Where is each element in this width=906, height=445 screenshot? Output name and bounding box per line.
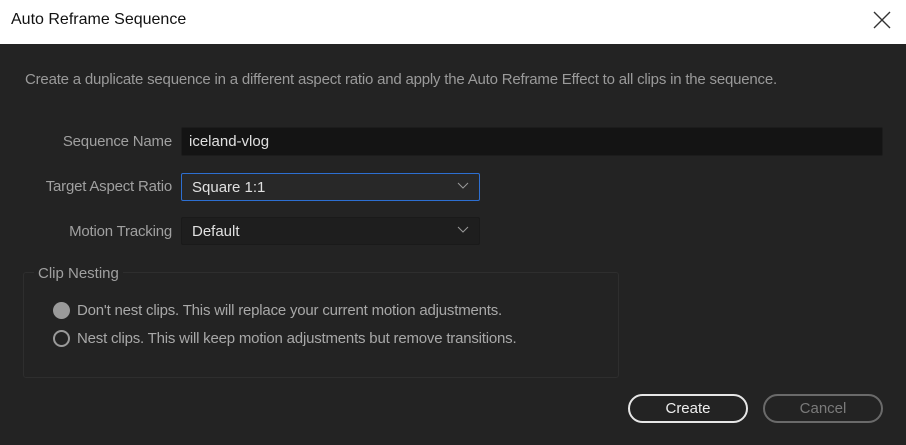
close-icon[interactable] [872,10,892,30]
radio-label: Nest clips. This will keep motion adjust… [77,330,516,347]
radio-selected-icon [53,302,70,319]
sequence-name-input[interactable] [181,127,883,156]
radio-dont-nest-clips[interactable]: Don't nest clips. This will replace your… [53,302,502,319]
create-button[interactable]: Create [628,394,748,423]
clip-nesting-legend: Clip Nesting [34,265,123,282]
motion-tracking-value: Default [192,223,240,240]
description: Create a duplicate sequence in a differe… [25,68,825,91]
dialog-title: Auto Reframe Sequence [11,11,186,29]
chevron-down-icon [457,226,469,234]
target-aspect-ratio-select[interactable]: Square 1:1 [181,173,480,201]
radio-nest-clips[interactable]: Nest clips. This will keep motion adjust… [53,330,516,347]
target-aspect-ratio-value: Square 1:1 [192,179,265,196]
motion-tracking-label: Motion Tracking [69,223,172,240]
clip-nesting-group [23,272,619,378]
cancel-button[interactable]: Cancel [763,394,883,423]
sequence-name-label: Sequence Name [63,133,172,150]
title-bar: Auto Reframe Sequence [0,0,906,44]
radio-label: Don't nest clips. This will replace your… [77,302,502,319]
radio-unselected-icon [53,330,70,347]
motion-tracking-select[interactable]: Default [181,217,480,245]
target-aspect-ratio-label: Target Aspect Ratio [46,178,172,195]
chevron-down-icon [457,182,469,190]
